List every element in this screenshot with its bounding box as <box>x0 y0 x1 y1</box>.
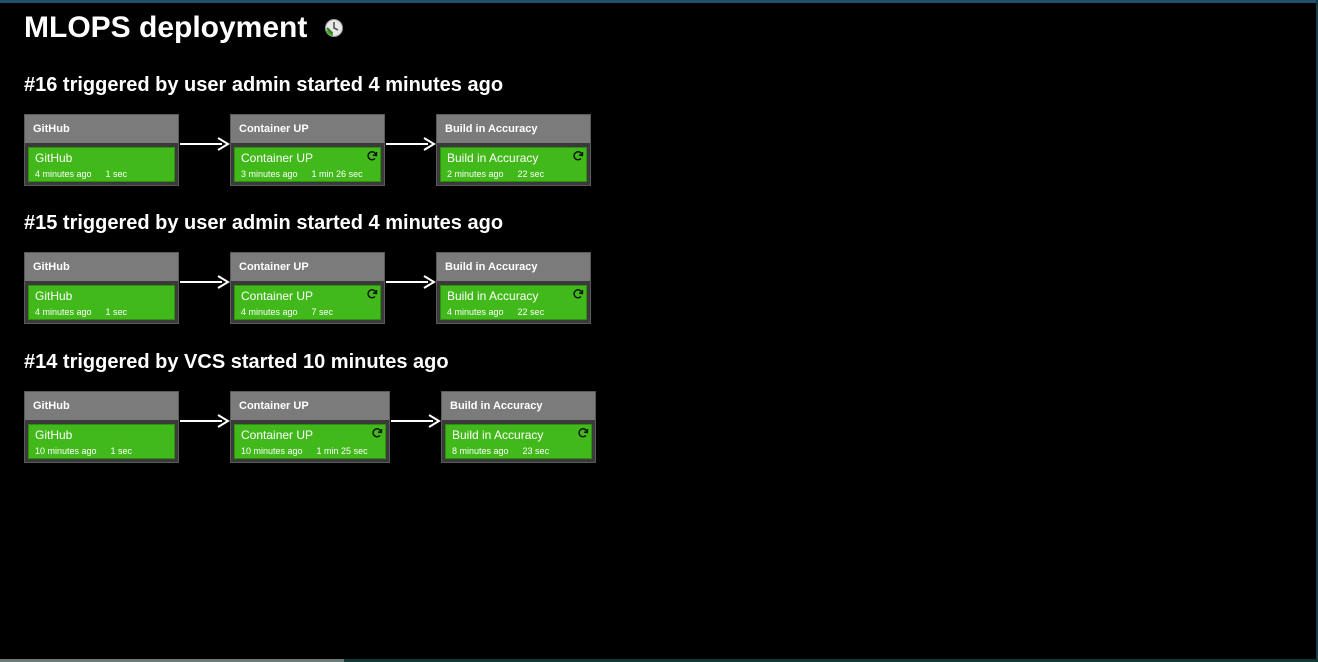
stage-header: GitHub <box>25 392 178 422</box>
stage-header: Build in Accuracy <box>437 253 590 283</box>
stage-time: 10 minutes ago <box>35 446 97 456</box>
stage-status-success[interactable]: Container UP 4 minutes ago 7 sec <box>234 285 381 320</box>
stage-status-success[interactable]: Build in Accuracy 8 minutes ago 23 sec <box>445 424 592 459</box>
stage-header: Container UP <box>231 115 384 145</box>
stage-meta: 4 minutes ago 22 sec <box>447 307 586 318</box>
arrow-icon <box>391 414 441 428</box>
stage-meta: 4 minutes ago 1 sec <box>35 169 174 180</box>
stage-name: GitHub <box>35 428 73 442</box>
stage-build-in-accuracy[interactable]: Build in Accuracy Build in Accuracy 2 mi… <box>436 114 591 186</box>
rebuild-icon[interactable] <box>371 427 383 439</box>
stage-container-up[interactable]: Container UP Container UP 10 minutes ago… <box>230 391 390 463</box>
stage-time: 8 minutes ago <box>452 446 509 456</box>
rebuild-icon[interactable] <box>572 150 584 162</box>
stage-header: Container UP <box>231 392 389 422</box>
stage-container-up[interactable]: Container UP Container UP 3 minutes ago 1… <box>230 114 385 186</box>
stage-name: Container UP <box>241 428 314 442</box>
stage-meta: 8 minutes ago 23 sec <box>452 446 591 457</box>
stage-name: GitHub <box>35 151 73 165</box>
stage-header: Container UP <box>231 253 384 283</box>
arrow-icon <box>386 275 436 289</box>
stage-duration: 1 sec <box>105 169 128 179</box>
pipeline-stages: GitHub GitHub 4 minutes ago 1 sec Contain… <box>24 252 591 326</box>
stage-time: 3 minutes ago <box>241 169 298 179</box>
stage-time: 2 minutes ago <box>447 169 504 179</box>
arrow-icon <box>180 137 230 151</box>
stage-duration: 1 min 26 sec <box>311 169 363 179</box>
stage-github[interactable]: GitHub GitHub 4 minutes ago 1 sec <box>24 114 179 186</box>
stage-status-success[interactable]: Build in Accuracy 2 minutes ago 22 sec <box>440 147 587 182</box>
stage-name: Build in Accuracy <box>452 428 544 442</box>
pipeline-stages: GitHub GitHub 10 minutes ago 1 sec Contai… <box>24 391 596 465</box>
rebuild-icon[interactable] <box>572 288 584 300</box>
stage-meta: 10 minutes ago 1 min 25 sec <box>241 446 385 457</box>
stage-name: Container UP <box>241 289 314 303</box>
stage-duration: 1 sec <box>105 307 128 317</box>
rebuild-icon[interactable] <box>366 150 378 162</box>
stage-github[interactable]: GitHub GitHub 4 minutes ago 1 sec <box>24 252 179 324</box>
stage-header: Build in Accuracy <box>437 115 590 145</box>
stage-time: 4 minutes ago <box>447 307 504 317</box>
stage-header: Build in Accuracy <box>442 392 595 422</box>
stage-name: Container UP <box>241 151 314 165</box>
stage-status-success[interactable]: Container UP 3 minutes ago 1 min 26 sec <box>234 147 381 182</box>
stage-status-success[interactable]: GitHub 10 minutes ago 1 sec <box>28 424 175 459</box>
stage-github[interactable]: GitHub GitHub 10 minutes ago 1 sec <box>24 391 179 463</box>
stage-duration: 23 sec <box>522 446 550 456</box>
stage-status-success[interactable]: Build in Accuracy 4 minutes ago 22 sec <box>440 285 587 320</box>
pipeline-run-14: #14 triggered by VCS started 10 minutes … <box>24 350 596 465</box>
stage-duration: 22 sec <box>517 169 545 179</box>
pipeline-stages: GitHub GitHub 4 minutes ago 1 sec Contain… <box>24 114 591 188</box>
stage-duration: 7 sec <box>311 307 334 317</box>
stage-header: GitHub <box>25 115 178 145</box>
run-heading: #15 triggered by user admin started 4 mi… <box>24 212 504 234</box>
refresh-clock-icon[interactable] <box>324 18 344 38</box>
stage-status-success[interactable]: GitHub 4 minutes ago 1 sec <box>28 147 175 182</box>
arrow-icon <box>180 275 230 289</box>
window-top-border <box>0 0 1318 3</box>
stage-meta: 2 minutes ago 22 sec <box>447 169 586 180</box>
stage-name: Build in Accuracy <box>447 151 539 165</box>
arrow-icon <box>386 137 436 151</box>
run-heading: #16 triggered by user admin started 4 mi… <box>24 74 504 96</box>
pipeline-run-16: #16 triggered by user admin started 4 mi… <box>24 73 591 188</box>
stage-name: GitHub <box>35 289 73 303</box>
stage-duration: 1 min 25 sec <box>316 446 368 456</box>
stage-build-in-accuracy[interactable]: Build in Accuracy Build in Accuracy 8 mi… <box>441 391 596 463</box>
page-header: MLOPS deployment <box>24 10 344 46</box>
pipeline-run-15: #15 triggered by user admin started 4 mi… <box>24 211 591 326</box>
stage-time: 4 minutes ago <box>241 307 298 317</box>
stage-time: 4 minutes ago <box>35 307 92 317</box>
stage-meta: 4 minutes ago 1 sec <box>35 307 174 318</box>
stage-status-success[interactable]: GitHub 4 minutes ago 1 sec <box>28 285 175 320</box>
stage-status-success[interactable]: Container UP 10 minutes ago 1 min 25 sec <box>234 424 386 459</box>
run-heading: #14 triggered by VCS started 10 minutes … <box>24 351 449 373</box>
stage-meta: 3 minutes ago 1 min 26 sec <box>241 169 380 180</box>
stage-time: 4 minutes ago <box>35 169 92 179</box>
arrow-icon <box>180 414 230 428</box>
rebuild-icon[interactable] <box>577 427 589 439</box>
page-title: MLOPS deployment <box>24 11 308 44</box>
stage-meta: 4 minutes ago 7 sec <box>241 307 380 318</box>
stage-build-in-accuracy[interactable]: Build in Accuracy Build in Accuracy 4 mi… <box>436 252 591 324</box>
stage-header: GitHub <box>25 253 178 283</box>
stage-duration: 1 sec <box>110 446 133 456</box>
rebuild-icon[interactable] <box>366 288 378 300</box>
stage-meta: 10 minutes ago 1 sec <box>35 446 174 457</box>
stage-container-up[interactable]: Container UP Container UP 4 minutes ago 7… <box>230 252 385 324</box>
stage-duration: 22 sec <box>517 307 545 317</box>
stage-name: Build in Accuracy <box>447 289 539 303</box>
stage-time: 10 minutes ago <box>241 446 303 456</box>
